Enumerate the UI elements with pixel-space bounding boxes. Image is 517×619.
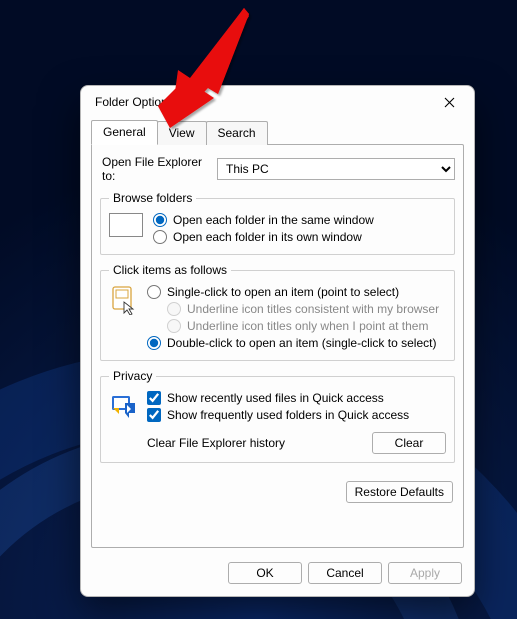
tab-content-general: Open File Explorer to: This PC Browse fo… <box>91 144 464 548</box>
radio-underline-point-label: Underline icon titles only when I point … <box>187 318 428 334</box>
privacy-group: Privacy Show re <box>100 369 455 463</box>
check-frequent-folders[interactable]: Show frequently used folders in Quick ac… <box>147 407 446 423</box>
open-explorer-label: Open File Explorer to: <box>102 155 217 183</box>
tab-strip: General View Search <box>81 120 474 144</box>
browse-icon <box>109 213 143 237</box>
radio-own-window[interactable]: Open each folder in its own window <box>153 229 446 245</box>
radio-single-click-label: Single-click to open an item (point to s… <box>167 284 399 300</box>
tab-general[interactable]: General <box>91 120 158 145</box>
radio-underline-browser-label: Underline icon titles consistent with my… <box>187 301 439 317</box>
close-icon <box>444 97 455 108</box>
radio-underline-browser: Underline icon titles consistent with my… <box>167 301 446 317</box>
privacy-legend: Privacy <box>109 369 156 383</box>
close-button[interactable] <box>428 88 470 116</box>
apply-button[interactable]: Apply <box>388 562 462 584</box>
dialog-footer: OK Cancel Apply <box>81 556 474 596</box>
click-items-legend: Click items as follows <box>109 263 231 277</box>
folder-options-dialog: Folder Options General View Search Open … <box>80 85 475 597</box>
radio-single-click[interactable]: Single-click to open an item (point to s… <box>147 284 446 300</box>
tab-view[interactable]: View <box>157 121 207 145</box>
desktop-background: Folder Options General View Search Open … <box>0 0 517 619</box>
radio-same-window[interactable]: Open each folder in the same window <box>153 212 446 228</box>
clear-button[interactable]: Clear <box>372 432 446 454</box>
check-recent-files[interactable]: Show recently used files in Quick access <box>147 390 446 406</box>
ok-button[interactable]: OK <box>228 562 302 584</box>
window-title: Folder Options <box>95 95 428 109</box>
click-icon <box>109 285 137 315</box>
cancel-button[interactable]: Cancel <box>308 562 382 584</box>
browse-folders-group: Browse folders Open each folder in the s… <box>100 191 455 255</box>
tab-search[interactable]: Search <box>206 121 268 145</box>
privacy-icon <box>109 391 137 419</box>
check-frequent-folders-label: Show frequently used folders in Quick ac… <box>167 407 409 423</box>
browse-folders-legend: Browse folders <box>109 191 196 205</box>
radio-own-window-label: Open each folder in its own window <box>173 229 362 245</box>
clear-history-label: Clear File Explorer history <box>147 436 372 450</box>
radio-double-click[interactable]: Double-click to open an item (single-cli… <box>147 335 446 351</box>
radio-double-click-label: Double-click to open an item (single-cli… <box>167 335 436 351</box>
check-recent-files-label: Show recently used files in Quick access <box>167 390 384 406</box>
click-items-group: Click items as follows Single-click to o… <box>100 263 455 361</box>
restore-defaults-button[interactable]: Restore Defaults <box>346 481 453 503</box>
open-explorer-select[interactable]: This PC <box>217 158 455 180</box>
titlebar: Folder Options <box>81 86 474 118</box>
radio-same-window-label: Open each folder in the same window <box>173 212 374 228</box>
radio-underline-point: Underline icon titles only when I point … <box>167 318 446 334</box>
